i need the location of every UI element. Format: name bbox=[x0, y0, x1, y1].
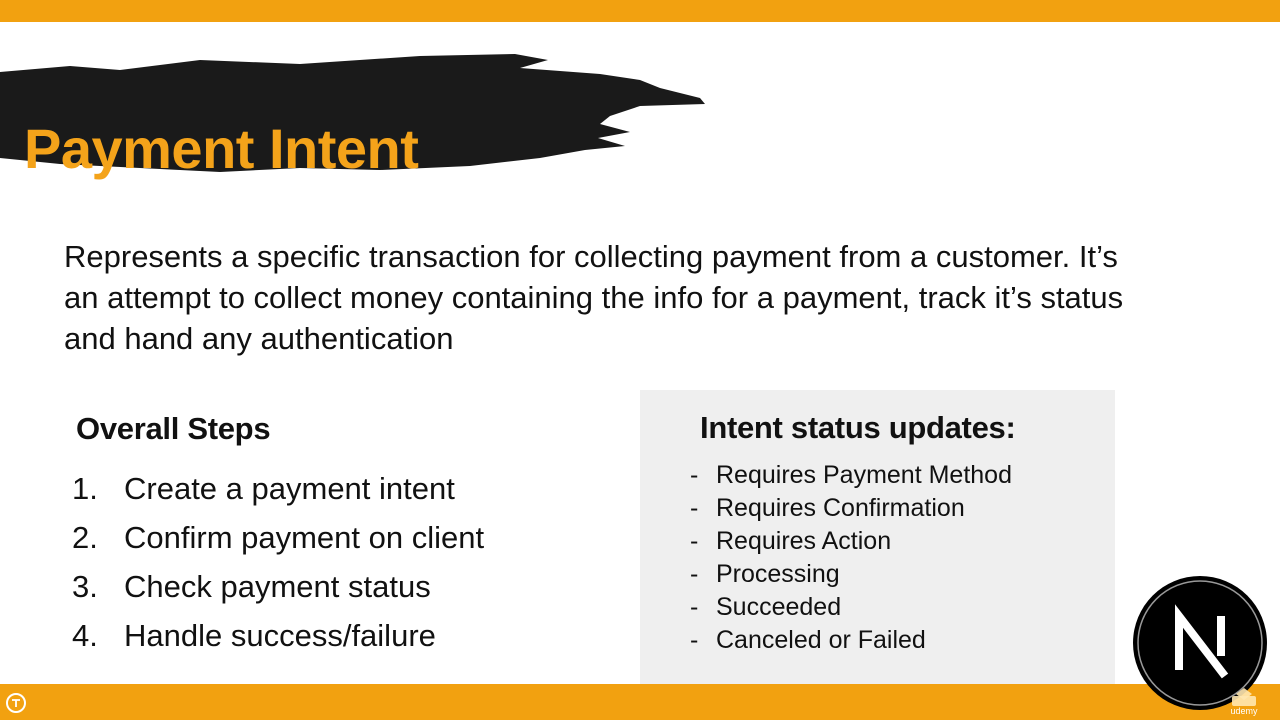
status-item: - Requires Payment Method bbox=[690, 460, 1012, 493]
status-bullet: - bbox=[690, 494, 699, 522]
status-item: - Requires Confirmation bbox=[690, 493, 1012, 526]
status-bullet: - bbox=[690, 593, 699, 621]
step-number: 1. bbox=[72, 471, 98, 506]
step-label: Create a payment intent bbox=[124, 471, 455, 506]
step-item: 1. Create a payment intent bbox=[72, 468, 484, 517]
step-label: Handle success/failure bbox=[124, 618, 436, 653]
status-bullet: - bbox=[690, 560, 699, 588]
step-label: Check payment status bbox=[124, 569, 431, 604]
step-label: Confirm payment on client bbox=[124, 520, 485, 555]
status-label: Requires Confirmation bbox=[716, 494, 965, 522]
status-label: Processing bbox=[716, 560, 840, 588]
step-number: 2. bbox=[72, 520, 98, 555]
udemy-watermark: udemy bbox=[1230, 706, 1258, 716]
status-bullet: - bbox=[690, 461, 699, 489]
status-bullet: - bbox=[690, 527, 699, 555]
slide-title: Payment Intent bbox=[24, 116, 419, 180]
status-item: - Succeeded bbox=[690, 592, 1012, 625]
status-panel: Intent status updates: - Requires Payment… bbox=[640, 390, 1115, 684]
bottom-accent-bar bbox=[0, 684, 1280, 720]
step-item: 4. Handle success/failure bbox=[72, 615, 484, 664]
steps-list: 1. Create a payment intent 2. Confirm paym… bbox=[72, 468, 484, 664]
status-label: Requires Payment Method bbox=[716, 461, 1012, 489]
instructor-badge-icon bbox=[6, 693, 26, 713]
step-number: 3. bbox=[72, 569, 98, 604]
status-item: - Requires Action bbox=[690, 526, 1012, 559]
status-item: - Canceled or Failed bbox=[690, 625, 1012, 658]
status-bullet: - bbox=[690, 626, 699, 654]
status-item: - Processing bbox=[690, 559, 1012, 592]
udemy-logo-icon: udemy bbox=[1230, 688, 1258, 716]
step-item: 2. Confirm payment on client bbox=[72, 517, 484, 566]
status-label: Canceled or Failed bbox=[716, 626, 926, 654]
step-number: 4. bbox=[72, 618, 98, 653]
top-accent-bar bbox=[0, 0, 1280, 22]
status-list: - Requires Payment Method - Requires Confi… bbox=[690, 460, 1012, 658]
status-heading: Intent status updates: bbox=[700, 410, 1016, 445]
slide-description: Represents a specific transaction for co… bbox=[64, 239, 1124, 356]
status-label: Succeeded bbox=[716, 593, 842, 621]
status-label: Requires Action bbox=[716, 527, 892, 555]
step-item: 3. Check payment status bbox=[72, 566, 484, 615]
steps-heading: Overall Steps bbox=[76, 411, 271, 446]
